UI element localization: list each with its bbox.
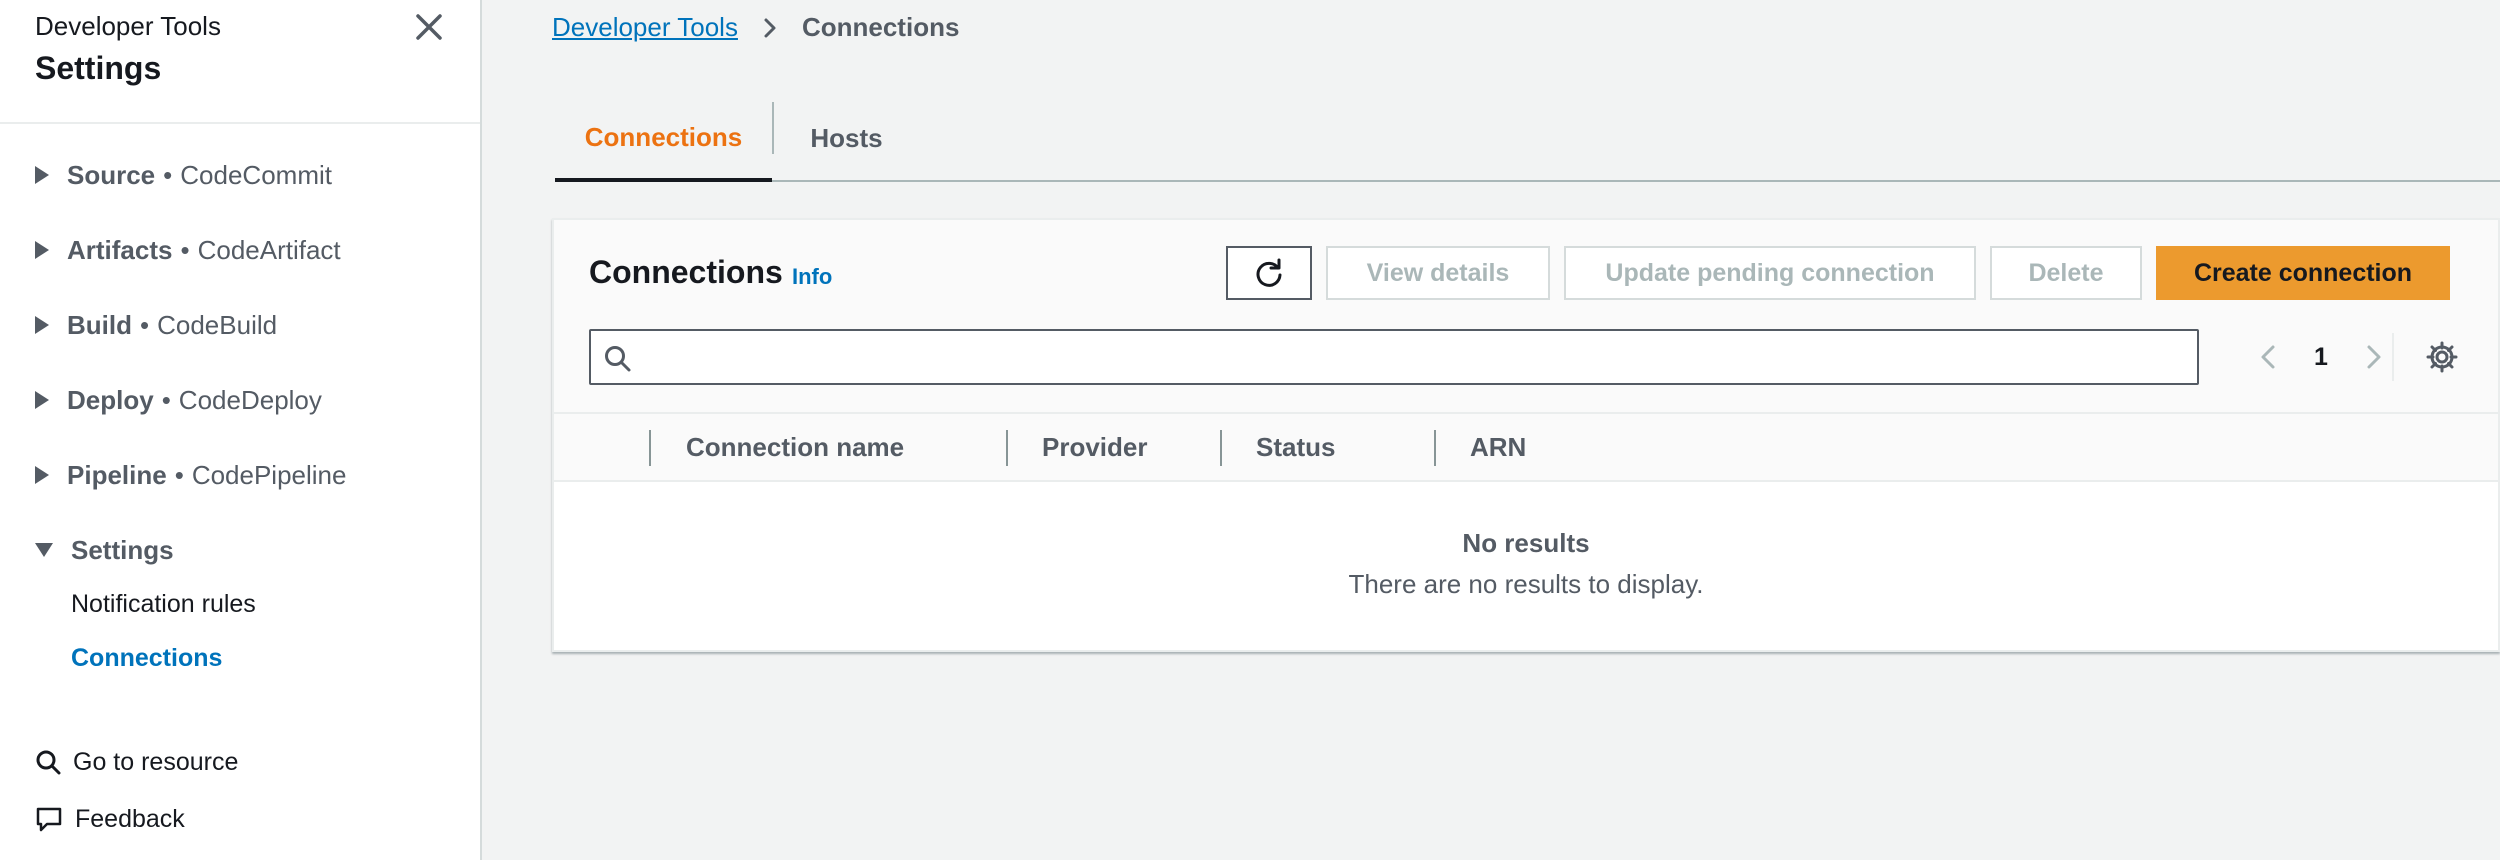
breadcrumb-current: Connections bbox=[801, 12, 960, 42]
go-to-resource-link[interactable]: Go to resource bbox=[35, 744, 238, 780]
pagination-divider bbox=[2392, 333, 2394, 381]
info-link[interactable]: Info bbox=[792, 264, 832, 290]
delete-button[interactable]: Delete bbox=[1990, 246, 2142, 300]
empty-state-description: There are no results to display. bbox=[1348, 569, 1704, 599]
caret-right-icon bbox=[35, 466, 49, 484]
section-label: Source bbox=[67, 159, 156, 190]
separator-dot: • bbox=[174, 459, 184, 490]
pagination: 1 bbox=[2254, 329, 2388, 385]
sidebar-section-source[interactable]: Source • CodeCommit bbox=[35, 155, 332, 195]
refresh-icon bbox=[1256, 258, 1282, 287]
sidebar-header: Developer Tools Settings bbox=[0, 0, 480, 124]
section-label: Deploy bbox=[67, 384, 154, 415]
current-page-number[interactable]: 1 bbox=[2314, 343, 2328, 372]
column-separator bbox=[1006, 430, 1008, 466]
sidebar-service-name[interactable]: Developer Tools bbox=[35, 11, 221, 42]
column-separator bbox=[1220, 430, 1222, 466]
feedback-label: Feedback bbox=[75, 804, 185, 833]
empty-state-title: No results bbox=[1462, 528, 1590, 558]
tab-connections[interactable]: Connections bbox=[555, 96, 772, 182]
caret-down-icon bbox=[35, 543, 53, 557]
sidebar-section-artifacts[interactable]: Artifacts • CodeArtifact bbox=[35, 230, 341, 270]
panel-title: Connections bbox=[589, 254, 783, 290]
caret-right-icon bbox=[35, 241, 49, 259]
view-details-button[interactable]: View details bbox=[1326, 246, 1550, 300]
panel-header: Connections Info View details Update pen… bbox=[554, 220, 2498, 412]
section-label: Build bbox=[67, 309, 132, 340]
sidebar-section-deploy[interactable]: Deploy • CodeDeploy bbox=[35, 380, 322, 420]
separator-dot: • bbox=[180, 234, 190, 265]
tab-hosts[interactable]: Hosts bbox=[774, 96, 919, 180]
gear-icon[interactable] bbox=[2425, 340, 2459, 374]
breadcrumb: Developer Tools Connections bbox=[552, 12, 959, 43]
feedback-icon bbox=[36, 807, 62, 832]
section-service: CodeBuild bbox=[157, 309, 278, 340]
search-icon bbox=[36, 750, 61, 775]
search-box bbox=[589, 329, 2199, 385]
connections-table-panel: Connections Info View details Update pen… bbox=[552, 218, 2500, 652]
section-service: CodePipeline bbox=[191, 459, 347, 490]
caret-right-icon bbox=[35, 316, 49, 334]
update-pending-connection-button[interactable]: Update pending connection bbox=[1564, 246, 1976, 300]
sidebar-section-settings[interactable]: Settings bbox=[35, 530, 174, 570]
column-header-arn[interactable]: ARN bbox=[1470, 414, 1526, 480]
section-label: Settings bbox=[71, 534, 174, 565]
chevron-left-icon[interactable] bbox=[2254, 342, 2284, 372]
sidebar-section-pipeline[interactable]: Pipeline • CodePipeline bbox=[35, 455, 346, 495]
section-service: CodeDeploy bbox=[178, 384, 322, 415]
search-input[interactable] bbox=[643, 335, 2183, 379]
feedback-link[interactable]: Feedback bbox=[35, 801, 185, 837]
caret-right-icon bbox=[35, 166, 49, 184]
column-separator bbox=[1434, 430, 1436, 466]
section-label: Artifacts bbox=[67, 234, 173, 265]
chevron-right-icon[interactable] bbox=[2358, 342, 2388, 372]
refresh-button[interactable] bbox=[1226, 246, 1312, 300]
column-separator bbox=[649, 430, 651, 466]
empty-state: No results There are no results to displ… bbox=[554, 528, 2498, 600]
caret-right-icon bbox=[35, 391, 49, 409]
breadcrumb-developer-tools[interactable]: Developer Tools bbox=[552, 12, 738, 43]
close-icon[interactable] bbox=[410, 8, 448, 46]
sidebar-item-connections[interactable]: Connections bbox=[71, 644, 222, 673]
section-service: CodeArtifact bbox=[197, 234, 341, 265]
chevron-right-icon bbox=[764, 18, 776, 37]
separator-dot: • bbox=[161, 384, 171, 415]
separator-dot: • bbox=[163, 159, 173, 190]
column-header-status[interactable]: Status bbox=[1256, 414, 1335, 480]
section-label: Pipeline bbox=[67, 459, 167, 490]
create-connection-button[interactable]: Create connection bbox=[2156, 246, 2450, 300]
table-header: Connection name Provider Status ARN bbox=[554, 412, 2498, 482]
sidebar-title: Settings bbox=[35, 50, 162, 86]
search-icon bbox=[605, 346, 631, 372]
sidebar-section-build[interactable]: Build • CodeBuild bbox=[35, 305, 277, 345]
column-header-connection-name[interactable]: Connection name bbox=[686, 414, 904, 480]
sidebar-item-notification-rules[interactable]: Notification rules bbox=[71, 590, 256, 619]
go-to-resource-label: Go to resource bbox=[73, 747, 239, 776]
separator-dot: • bbox=[140, 309, 150, 340]
side-navigation: Developer Tools Settings Source • CodeCo… bbox=[0, 0, 482, 860]
tab-list: Connections Hosts bbox=[555, 96, 2500, 182]
section-service: CodeCommit bbox=[180, 159, 332, 190]
column-header-provider[interactable]: Provider bbox=[1042, 414, 1148, 480]
